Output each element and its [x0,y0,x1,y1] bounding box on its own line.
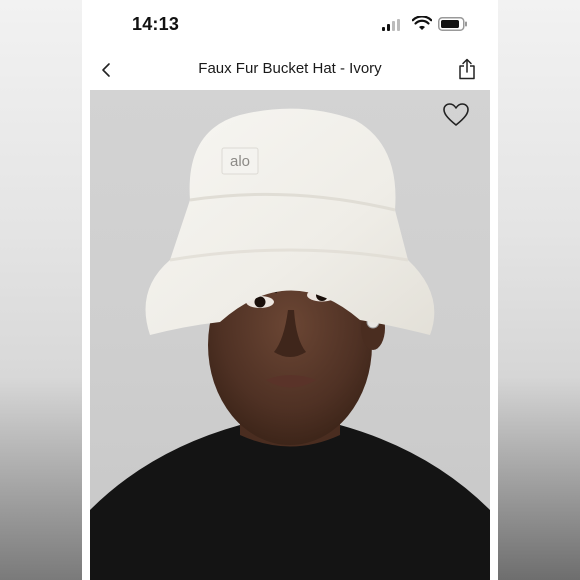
product-photo: alo [90,108,490,580]
brand-label: alo [230,153,250,170]
share-icon [459,58,475,80]
phone-screen: 14:13 Faux Fur Bucket Hat - Ivory alo [82,0,498,580]
cellular-signal-icon [382,18,402,36]
blurred-background-right [498,0,580,580]
status-time: 14:13 [132,14,180,34]
status-bar: 14:13 [82,0,498,50]
page-title: Faux Fur Bucket Hat - Ivory [198,60,382,77]
wishlist-button[interactable] [442,102,470,128]
product-image[interactable]: alo [90,90,490,580]
share-button[interactable] [454,56,480,82]
nav-bar: Faux Fur Bucket Hat - Ivory [82,50,498,88]
heart-icon [443,103,469,126]
battery-icon [438,17,468,36]
wifi-icon [411,15,433,36]
blurred-background-left [0,0,82,580]
